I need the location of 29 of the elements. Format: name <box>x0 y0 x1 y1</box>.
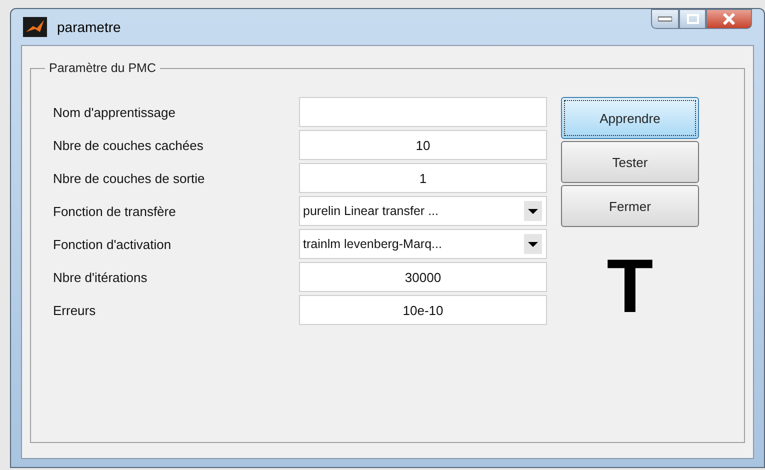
close-icon <box>722 13 736 25</box>
caret-icon <box>524 201 542 221</box>
maximize-icon <box>686 14 698 24</box>
field-label: Nbre de couches cachées <box>53 138 204 152</box>
dialog-button[interactable]: Fermer <box>561 185 699 227</box>
input-field[interactable]: 1 <box>299 163 547 193</box>
field-label: Nbre de couches de sortie <box>53 170 206 186</box>
input-field[interactable]: 30000 <box>299 262 547 292</box>
dialog-button[interactable]: Tester <box>561 141 699 183</box>
minimize-icon <box>658 16 672 22</box>
minimize-button[interactable] <box>651 9 679 29</box>
maximize-button[interactable] <box>679 9 706 29</box>
dropdown[interactable]: purelin Linear transfer ... <box>299 196 547 226</box>
field-label: Nbre d'itérations <box>53 270 148 284</box>
field-label: Fonction d'activation <box>53 236 172 252</box>
field-label: Nom d'apprentissage <box>53 104 176 120</box>
dialog-button[interactable]: Apprendre <box>561 97 699 139</box>
window-title: parametre <box>57 19 121 35</box>
field-label: Fonction de transfère <box>53 204 177 218</box>
input-field[interactable]: 10 <box>299 130 547 160</box>
input-field[interactable] <box>299 97 547 127</box>
big-letter: T <box>606 249 654 325</box>
input-field[interactable]: 10e-10 <box>299 295 547 325</box>
app-logo-icon <box>23 17 47 37</box>
close-button[interactable] <box>706 9 752 29</box>
caret-icon <box>524 234 542 254</box>
dropdown[interactable]: trainlm levenberg-Marq... <box>299 229 547 259</box>
group-title: Paramètre du PMC <box>45 61 160 75</box>
field-label: Erreurs <box>53 302 97 318</box>
